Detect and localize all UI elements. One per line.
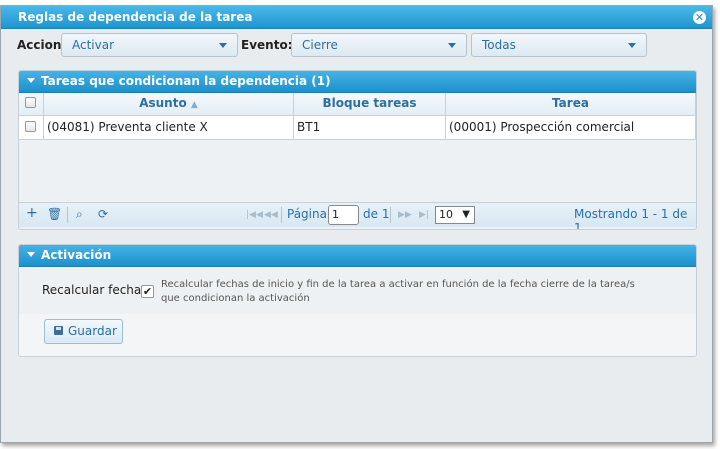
collapse-icon[interactable] (27, 78, 35, 83)
scope-select[interactable]: Todas (471, 33, 647, 57)
dialog-titlebar[interactable]: Reglas de dependencia de la tarea ✕ (1, 6, 712, 29)
column-tarea-label: Tarea (552, 96, 589, 110)
tasks-panel: Tareas que condicionan la dependencia (1… (18, 70, 697, 230)
select-all-checkbox[interactable] (25, 97, 36, 108)
save-button[interactable]: Guardar (44, 319, 123, 344)
cell-tarea: (00001) Prospección comercial (446, 116, 696, 139)
tasks-panel-title: Tareas que condicionan la dependencia (1… (41, 74, 331, 88)
page-label: Página (287, 207, 327, 221)
evento-select-value: Cierre (302, 38, 338, 52)
column-tarea[interactable]: Tarea (446, 93, 696, 115)
grid-empty-area (19, 140, 696, 202)
records-count: Mostrando 1 - 1 de 1 (574, 207, 688, 230)
scope-select-value: Todas (482, 38, 516, 52)
cell-asunto: (04081) Preventa cliente X (44, 116, 294, 139)
activation-panel-title: Activación (41, 248, 112, 262)
row-checkbox[interactable] (25, 121, 36, 132)
next-page-icon[interactable]: ▶▶ (398, 210, 412, 220)
prev-page-icon[interactable]: ◀◀ (264, 210, 278, 220)
chevron-down-icon (448, 43, 456, 48)
recalc-description: Recalcular fechas de inicio y fin de la … (161, 279, 635, 304)
row-select-cell (19, 116, 44, 139)
tasks-panel-header[interactable]: Tareas que condicionan la dependencia (1… (19, 71, 696, 93)
evento-label: Evento: (241, 38, 293, 52)
rows-per-page-select[interactable]: 10 ▼ (435, 206, 475, 224)
dialog-title: Reglas de dependencia de la tarea (18, 10, 253, 24)
grid-header: Asunto ▲ Bloque tareas Tarea (19, 93, 696, 116)
search-icon[interactable]: ⌕ (76, 207, 83, 222)
evento-select[interactable]: Cierre (291, 33, 467, 57)
column-asunto[interactable]: Asunto ▲ (44, 93, 294, 115)
add-icon[interactable]: + (26, 205, 38, 221)
last-page-icon[interactable]: ▶| (419, 210, 429, 220)
save-icon (54, 326, 63, 335)
delete-icon[interactable]: 🗑 (47, 207, 62, 221)
refresh-icon[interactable]: ⟳ (98, 207, 108, 221)
column-bloque[interactable]: Bloque tareas (294, 93, 446, 115)
cell-bloque: BT1 (294, 116, 446, 139)
page-number-input[interactable]: 1 (328, 205, 359, 225)
accion-select[interactable]: Activar (61, 33, 238, 57)
grid-pager: + 🗑 ⌕ ⟳ |◀◀ ◀◀ Página 1 de 1 ▶▶ ▶| 10 ▼ … (19, 202, 696, 230)
page-of-label: de 1 (363, 207, 390, 221)
activation-panel-header[interactable]: Activación (19, 245, 696, 267)
select-all-cell (19, 93, 44, 115)
filter-row: Accion Activar Evento: Cierre Todas (1, 33, 712, 59)
sort-icon: ▲ (190, 100, 198, 110)
table-row[interactable]: (04081) Preventa cliente X BT1 (00001) P… (19, 116, 696, 140)
recalc-label: Recalcular fechas (42, 283, 148, 297)
collapse-icon[interactable] (27, 252, 35, 257)
column-asunto-label: Asunto (139, 96, 187, 110)
dependency-rules-dialog: Reglas de dependencia de la tarea ✕ Acci… (0, 5, 713, 443)
chevron-down-icon: ▼ (462, 209, 470, 220)
recalc-checkbox[interactable]: ✔ (141, 285, 154, 298)
save-button-label: Guardar (68, 324, 117, 338)
close-icon[interactable]: ✕ (693, 11, 706, 24)
accion-label: Accion (17, 38, 62, 52)
activation-panel: Activación Recalcular fechas ✔ Recalcula… (18, 244, 697, 357)
rows-per-page-value: 10 (439, 208, 453, 221)
first-page-icon[interactable]: |◀◀ (246, 210, 263, 220)
chevron-down-icon (628, 43, 636, 48)
accion-select-value: Activar (72, 38, 115, 52)
chevron-down-icon (219, 43, 227, 48)
column-bloque-label: Bloque tareas (322, 96, 417, 110)
